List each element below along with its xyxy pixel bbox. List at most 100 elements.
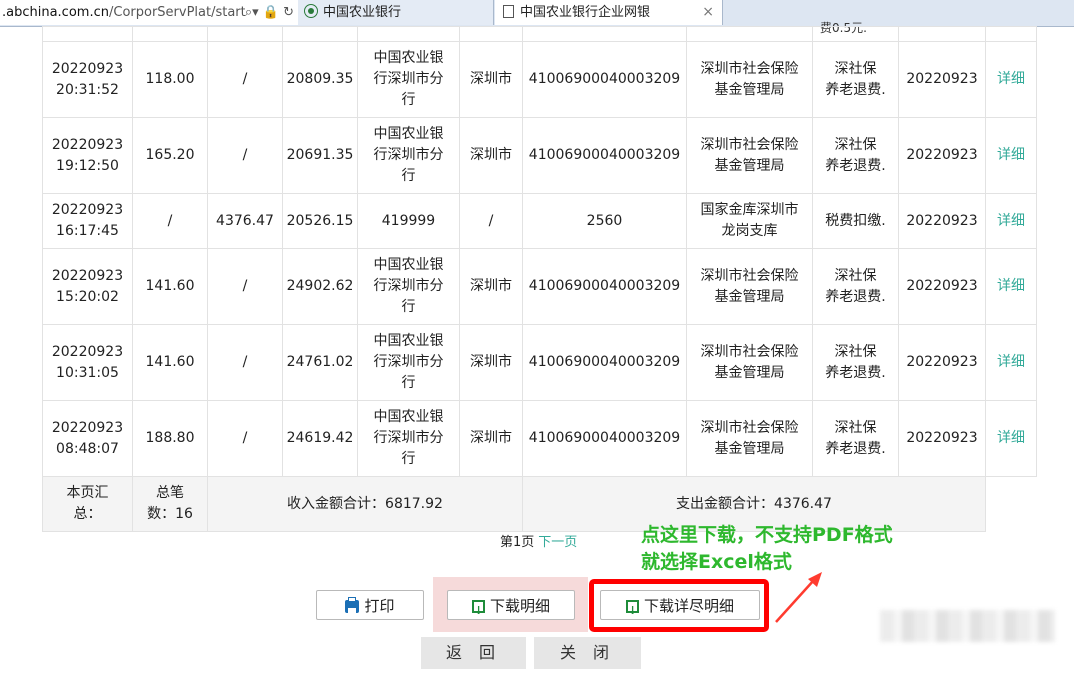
annotation-note: 点这里下载，不支持PDF格式 就选择Excel格式 [641, 522, 893, 576]
cell-city: 深圳市 [459, 324, 523, 401]
income-amount: 188.80 [145, 430, 195, 446]
value-date: 20220923 [906, 71, 978, 87]
expense-amount: / [242, 147, 248, 163]
balance-amount: 24761.02 [286, 354, 354, 370]
annotation-line-2: 就选择Excel格式 [641, 551, 792, 573]
city: 深圳市 [470, 430, 512, 446]
city: 深圳市 [470, 354, 512, 370]
cell-income: 188.80 [132, 400, 208, 477]
cell-action[interactable]: 详细 [985, 248, 1037, 325]
cell-counterparty: 深圳市社会保险 基金管理局 [686, 117, 813, 194]
cell-bank: 中国农业银 行深圳市分行 [357, 400, 460, 477]
close-button[interactable]: 关 闭 [534, 637, 641, 669]
transaction-table: 20220923 20:31:52 118.00/20809.35 中国农业银 行深圳市… [42, 26, 1037, 532]
cell-expense: / [207, 117, 283, 194]
cell-account: 41006900040003209 [522, 117, 687, 194]
value-date: 20220923 [906, 430, 978, 446]
cell-action[interactable]: 详细 [985, 400, 1037, 477]
cell-action[interactable]: 详细 [985, 41, 1037, 118]
cell-bank: 中国农业银 行深圳市分行 [357, 41, 460, 118]
cell-expense: / [207, 324, 283, 401]
summary-label-text: 总： [73, 506, 102, 522]
bank-name: 中国农业银 [373, 333, 444, 349]
detail-link: 详细 [997, 71, 1025, 87]
printer-icon [345, 597, 360, 613]
memo: 养老退费. [825, 81, 886, 98]
cell-time: 20220923 15:20:02 [42, 248, 133, 325]
memo: 深社保 [834, 136, 877, 153]
cell-city: 深圳市 [459, 117, 523, 194]
cell-balance: 20809.35 [282, 41, 358, 118]
cell-counterparty: 国家金库深圳市 龙岗支库 [686, 193, 813, 249]
cell-date: 20220923 [898, 117, 986, 194]
url-path: /CorporServPlat/start [108, 5, 246, 20]
cell-date: 20220923 [898, 41, 986, 118]
income-amount: 118.00 [145, 71, 195, 87]
detail-link: 详细 [997, 147, 1025, 163]
download-detail-button[interactable]: 下载明细 [447, 590, 575, 626]
bank-name: 中国农业银 [373, 50, 444, 66]
cell-action[interactable]: 详细 [985, 117, 1037, 194]
summary-income-total: 收入金额合计：6817.92 [207, 476, 523, 532]
cell-balance: 20691.35 [282, 117, 358, 194]
income-amount: / [167, 212, 173, 229]
cell-account: 2560 [522, 193, 687, 249]
memo: 深社保 [834, 267, 877, 284]
txn-date: 20220923 [51, 60, 124, 77]
memo: 深社保 [834, 343, 877, 360]
cell-time: 20220923 19:12:50 [42, 117, 133, 194]
cell-balance: 20526.15 [282, 193, 358, 249]
counterparty: 深圳市社会保险 [700, 60, 799, 77]
table-row: 20220923 10:31:05 141.60/24761.02 中国农业银 行深圳市… [42, 324, 1037, 401]
txn-clock: 15:20:02 [56, 288, 119, 305]
counterparty: 基金管理局 [714, 440, 785, 457]
cell-counterparty: 深圳市社会保险 基金管理局 [686, 248, 813, 325]
balance-amount: 20691.35 [286, 147, 354, 163]
memo: 养老退费. [825, 440, 886, 457]
txn-clock: 10:31:05 [56, 364, 119, 381]
txn-date: 20220923 [51, 136, 124, 153]
close-tab-icon[interactable]: × [702, 0, 714, 25]
print-button[interactable]: 打印 [316, 590, 424, 620]
detail-link: 详细 [997, 212, 1025, 229]
cell-time: 20220923 16:17:45 [42, 193, 133, 249]
cell-counterparty: 深圳市社会保险 基金管理局 [686, 41, 813, 118]
next-page-link[interactable]: 下一页 [538, 535, 577, 550]
cell-income: 165.20 [132, 117, 208, 194]
cell-action[interactable]: 详细 [985, 193, 1037, 249]
city: 深圳市 [470, 71, 512, 87]
cell-account: 41006900040003209 [522, 400, 687, 477]
bank-name: 行 [401, 451, 416, 467]
bank-name: 中国农业银 [373, 257, 444, 273]
cell-memo: 深社保 养老退费. [812, 324, 899, 401]
table-row: 20220923 08:48:07 188.80/24619.42 中国农业银 行深圳市… [42, 400, 1037, 477]
bank-name: 419999 [381, 212, 436, 229]
cell-income: 141.60 [132, 248, 208, 325]
address-bar[interactable]: .abchina.com.cn/CorporServPlat/start ⌕▾ … [0, 0, 299, 25]
value-date: 20220923 [906, 354, 978, 370]
tab-abc-bank[interactable]: 中国农业银行 [298, 0, 494, 25]
cell-balance: 24761.02 [282, 324, 358, 401]
detail-link: 详细 [997, 430, 1025, 446]
tab-abc-corporate-banking[interactable]: 中国农业银行企业网银 × [495, 0, 723, 25]
memo: 税费扣缴. [825, 212, 886, 229]
address-bar-icons[interactable]: ⌕▾ 🔒 ↻ [244, 0, 294, 25]
cell-expense: / [207, 248, 283, 325]
expense-amount: / [242, 71, 248, 87]
cell-date: 20220923 [898, 324, 986, 401]
expense-amount: 4376.47 [216, 212, 274, 229]
cell-bank: 419999 [357, 193, 460, 249]
counterparty: 深圳市社会保险 [700, 343, 799, 360]
detail-link: 详细 [997, 278, 1025, 294]
summary-count: 总笔 数：16 [132, 476, 208, 532]
bank-name: 行深圳市分 [373, 147, 444, 163]
tab-label: 中国农业银行 [323, 5, 402, 20]
account-number: 41006900040003209 [528, 71, 681, 87]
txn-clock: 08:48:07 [56, 440, 119, 457]
balance-amount: 24902.62 [286, 278, 354, 294]
cell-city: 深圳市 [459, 248, 523, 325]
counterparty: 深圳市社会保险 [700, 136, 799, 153]
cell-expense: / [207, 400, 283, 477]
cell-action[interactable]: 详细 [985, 324, 1037, 401]
back-button[interactable]: 返 回 [421, 637, 526, 669]
